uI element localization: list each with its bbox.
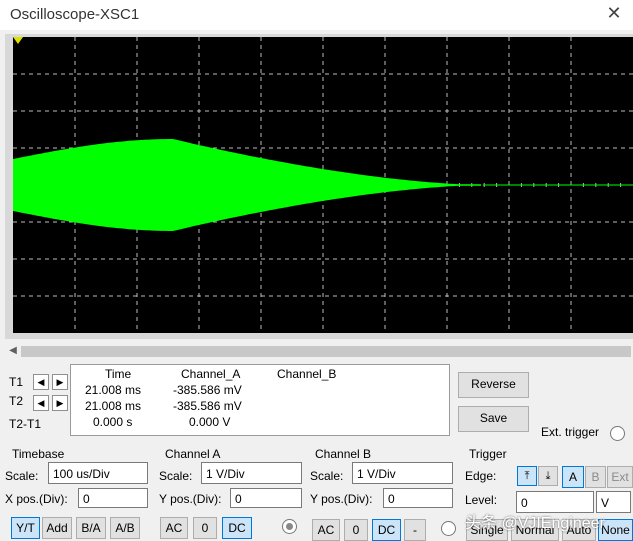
timebase-title: Timebase (12, 447, 65, 461)
t2t1-label: T2-T1 (9, 417, 42, 431)
ext-trigger-terminal[interactable] (610, 426, 625, 441)
oscilloscope-display (5, 34, 633, 339)
timebase-scale-label: Scale: (5, 469, 39, 483)
channel-b-minus-button[interactable]: - (404, 519, 426, 541)
trigger-title: Trigger (469, 447, 507, 461)
channel-a-zero-button[interactable]: 0 (193, 517, 217, 539)
col-channel-a: Channel_A (181, 367, 241, 381)
channel-b-ac-button[interactable]: AC (312, 519, 340, 541)
cursor-t1-marker-icon (13, 37, 23, 44)
scroll-left-icon[interactable]: ◀ (6, 344, 20, 358)
reverse-button[interactable]: Reverse (458, 372, 529, 398)
channel-b-terminal[interactable] (441, 521, 456, 536)
scrollbar-thumb[interactable] (21, 346, 631, 357)
t1-channel-a: -385.586 mV (173, 383, 242, 397)
t1-left-arrow-icon[interactable]: ◀ (33, 374, 49, 390)
window-title: Oscilloscope-XSC1 (10, 6, 140, 23)
trigger-source-b-button[interactable]: B (585, 466, 606, 488)
close-icon[interactable]: ✕ (603, 3, 625, 24)
t2-label: T2 (9, 394, 24, 408)
channel-b-title: Channel B (315, 447, 372, 461)
channel-b-scale-input[interactable]: 1 V/Div (352, 462, 453, 484)
cursor-readout: Time Channel_A Channel_B 21.008 ms -385.… (70, 364, 450, 436)
col-time: Time (105, 367, 132, 381)
channel-a-terminal[interactable] (282, 519, 297, 534)
mode-add-button[interactable]: Add (42, 517, 72, 539)
channel-a-scale-label: Scale: (159, 469, 193, 483)
xpos-label: X pos.(Div): (5, 492, 68, 506)
delta-channel-a: 0.000 V (189, 415, 231, 429)
scope-screen[interactable] (13, 37, 633, 333)
title-bar: Oscilloscope-XSC1 ✕ (0, 0, 633, 30)
watermark: 头条 @VJIEngineer (465, 515, 605, 532)
t1-time: 21.008 ms (85, 383, 142, 397)
t1-right-arrow-icon[interactable]: ▶ (52, 374, 68, 390)
channel-a-ac-button[interactable]: AC (160, 517, 188, 539)
channel-a-title: Channel A (165, 447, 221, 461)
ext-trigger-label: Ext. trigger (541, 425, 600, 439)
t2-channel-a: -385.586 mV (173, 399, 242, 413)
trigger-source-a-button[interactable]: A (562, 466, 584, 488)
t2-left-arrow-icon[interactable]: ◀ (33, 395, 49, 411)
mode-yt-button[interactable]: Y/T (11, 517, 40, 539)
mode-ba-button[interactable]: B/A (76, 517, 106, 539)
channel-a-scale-input[interactable]: 1 V/Div (201, 462, 302, 484)
channel-a-ypos-label: Y pos.(Div): (159, 492, 222, 506)
falling-edge-icon[interactable]: ⤓ (538, 466, 558, 486)
horizontal-scrollbar[interactable]: ◀ (5, 343, 633, 359)
mode-ab-button[interactable]: A/B (110, 517, 140, 539)
channel-b-ypos-label: Y pos.(Div): (310, 492, 373, 506)
channel-b-zero-button[interactable]: 0 (344, 519, 368, 541)
channel-a-trace (13, 139, 481, 231)
waveform-plot (13, 37, 633, 333)
t1-label: T1 (9, 375, 24, 389)
trigger-edge-label: Edge: (465, 469, 497, 483)
channel-b-dc-button[interactable]: DC (372, 519, 401, 541)
t2-time: 21.008 ms (85, 399, 142, 413)
delta-time: 0.000 s (93, 415, 133, 429)
rising-edge-icon[interactable]: ⤒ (517, 466, 537, 486)
channel-a-ypos-input[interactable]: 0 (230, 488, 302, 508)
trigger-level-label: Level: (465, 493, 498, 507)
channel-a-dc-button[interactable]: DC (222, 517, 252, 539)
channel-b-scale-label: Scale: (310, 469, 344, 483)
xpos-input[interactable]: 0 (78, 488, 148, 508)
trigger-source-ext-button[interactable]: Ext (607, 466, 633, 488)
save-button[interactable]: Save (458, 406, 529, 432)
t2-right-arrow-icon[interactable]: ▶ (52, 395, 68, 411)
channel-b-ypos-input[interactable]: 0 (383, 488, 453, 508)
col-channel-b: Channel_B (277, 367, 337, 381)
timebase-scale-input[interactable]: 100 us/Div (48, 462, 148, 484)
